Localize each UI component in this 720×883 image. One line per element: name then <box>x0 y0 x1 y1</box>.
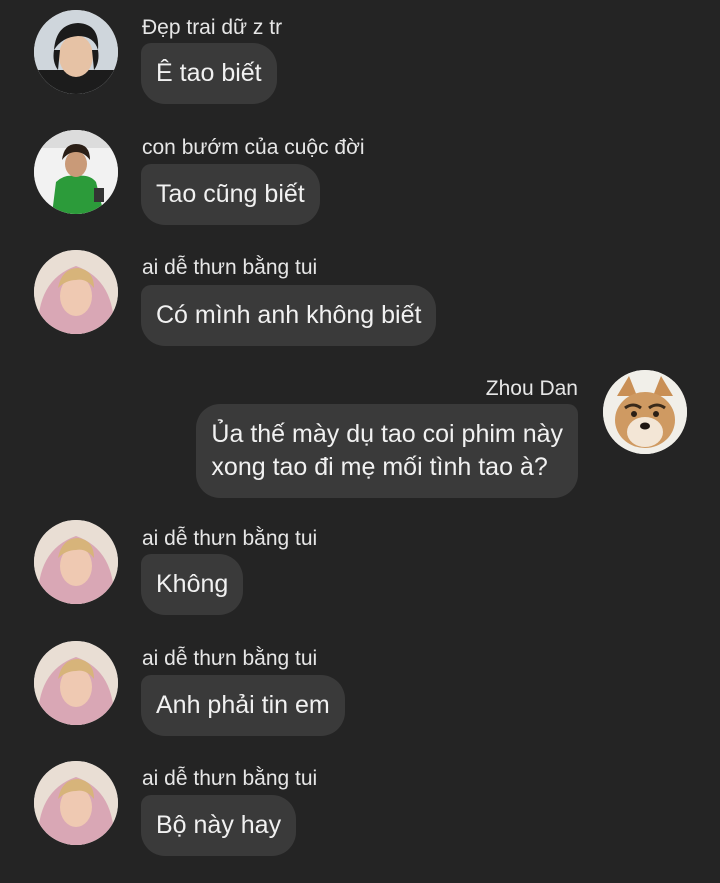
avatar-pink-hood-man-icon[interactable] <box>34 250 118 334</box>
avatar-green-jacket-person-icon[interactable] <box>34 130 118 214</box>
avatar-dark-hair-man-icon[interactable] <box>34 10 118 94</box>
avatar-pink-hood-man-icon[interactable] <box>34 641 118 725</box>
message-bubble[interactable]: Bộ này hay <box>141 795 297 856</box>
sender-name: ai dễ thưn bằng tui <box>142 256 318 279</box>
sender-name: con bướm của cuộc đời <box>142 136 365 159</box>
avatar-pink-hood-man-icon[interactable] <box>34 520 118 604</box>
sender-name: Zhou Dan <box>485 377 578 400</box>
message-bubble[interactable]: Anh phải tin em <box>141 675 345 736</box>
message-bubble[interactable]: Không <box>141 554 244 615</box>
sender-name: ai dễ thưn bằng tui <box>142 527 318 550</box>
message-bubble[interactable]: Tao cũng biết <box>141 164 320 225</box>
chat-thread: Đẹp trai dữ z tr Ê tao biết con bướm của… <box>0 0 720 883</box>
message-line: Ủa thế mày dụ tao coi phim này <box>211 420 563 448</box>
avatar-shiba-dog-icon[interactable] <box>603 370 687 454</box>
message-bubble[interactable]: Ủa thế mày dụ tao coi phim này xong tao … <box>196 404 578 498</box>
sender-name: Đẹp trai dữ z tr <box>142 16 283 39</box>
message-bubble[interactable]: Ê tao biết <box>141 43 277 104</box>
sender-name: ai dễ thưn bằng tui <box>142 647 318 670</box>
avatar-pink-hood-man-icon[interactable] <box>34 761 118 845</box>
message-bubble[interactable]: Có mình anh không biết <box>141 285 437 346</box>
sender-name: ai dễ thưn bằng tui <box>142 767 318 790</box>
message-line: xong tao đi mẹ mối tình tao à? <box>211 453 548 481</box>
